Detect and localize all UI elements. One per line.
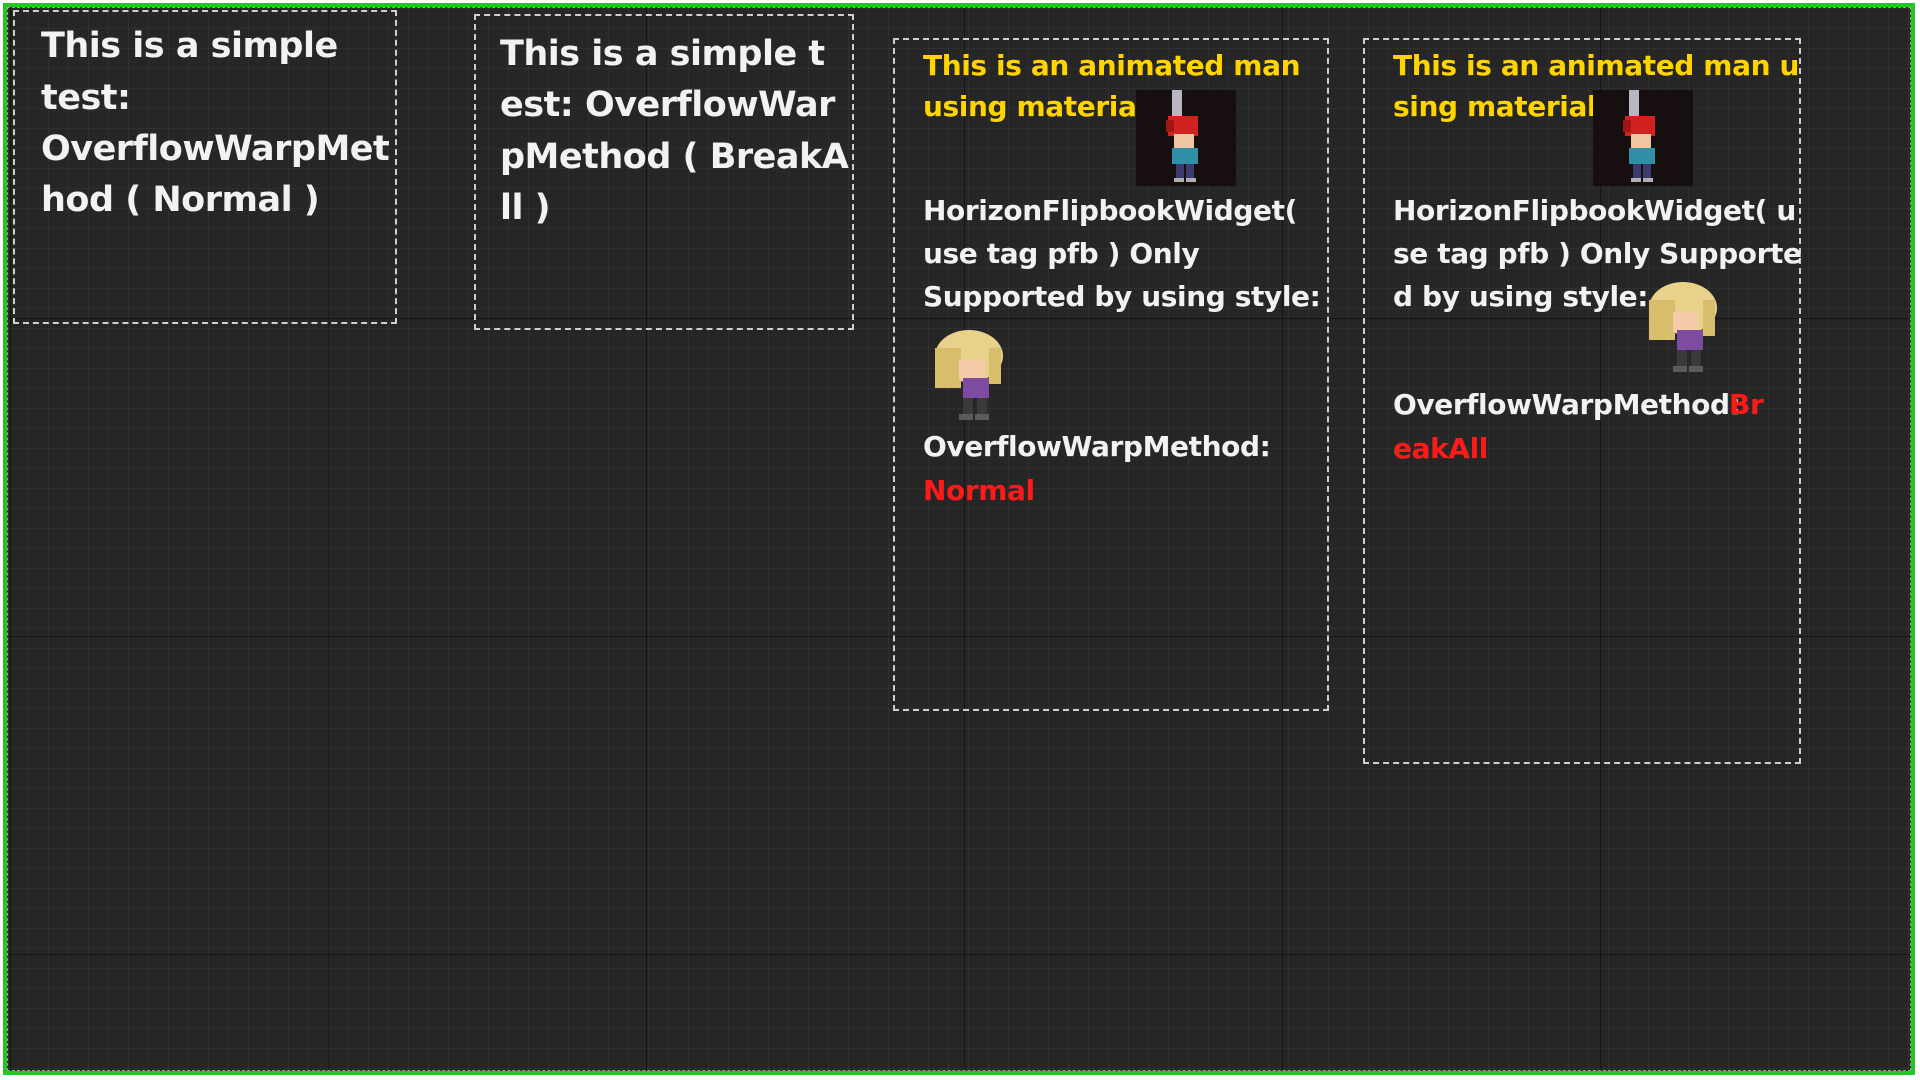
panel-yellow-line: This is an animated man	[923, 49, 1301, 82]
rich-text-panel-normal[interactable]: This is an animated man using material: …	[893, 38, 1329, 711]
panel-white-line: se tag pfb ) Only Supporte	[1393, 237, 1802, 270]
panel-line: This is a simple t	[500, 34, 825, 74]
panel-white-line: d by using style:	[1393, 280, 1649, 313]
panel-white-line: HorizonFlipbookWidget(	[923, 194, 1297, 227]
text-panel-normal[interactable]: This is a simple test: OverflowWarpMet h…	[13, 10, 397, 324]
overflow-method-label: OverflowWarpMethod:	[923, 430, 1271, 463]
designer-canvas[interactable]: This is a simple test: OverflowWarpMet h…	[7, 7, 1911, 1071]
panel-line: ll )	[500, 188, 551, 228]
viewport: This is a simple test: OverflowWarpMet h…	[0, 0, 1920, 1080]
panel-line: est: OverflowWar	[500, 85, 835, 125]
overflow-method-value: Normal	[923, 474, 1035, 507]
panel-line: pMethod ( BreakA	[500, 137, 849, 177]
blonde-girl-sprite-icon	[923, 326, 1021, 424]
text-panel-breakall[interactable]: This is a simple t est: OverflowWar pMet…	[474, 14, 854, 330]
animated-man-sprite-icon	[1593, 90, 1693, 186]
panel-line: This is a simple	[41, 26, 338, 66]
overflow-method-label: OverflowWarpMethod:	[1393, 388, 1741, 421]
panel-line: test:	[41, 78, 131, 118]
panel-yellow-line: This is an animated man u	[1393, 49, 1799, 82]
panel-white-line: use tag pfb ) Only	[923, 237, 1200, 270]
blonde-girl-sprite-icon	[1637, 278, 1735, 376]
panel-yellow-line: sing material:	[1393, 90, 1607, 123]
rich-text-panel-breakall[interactable]: This is an animated man u sing material:…	[1363, 38, 1802, 764]
panel-line: hod ( Normal )	[41, 180, 320, 220]
animated-man-sprite-icon	[1136, 90, 1236, 186]
panel-white-line: HorizonFlipbookWidget( u	[1393, 194, 1796, 227]
overflow-method-value: Br	[1729, 388, 1764, 421]
panel-white-line: Supported by using style:	[923, 280, 1321, 313]
panel-yellow-line: using material:	[923, 90, 1157, 123]
overflow-method-value: eakAll	[1393, 432, 1488, 465]
panel-line: OverflowWarpMet	[41, 129, 390, 169]
